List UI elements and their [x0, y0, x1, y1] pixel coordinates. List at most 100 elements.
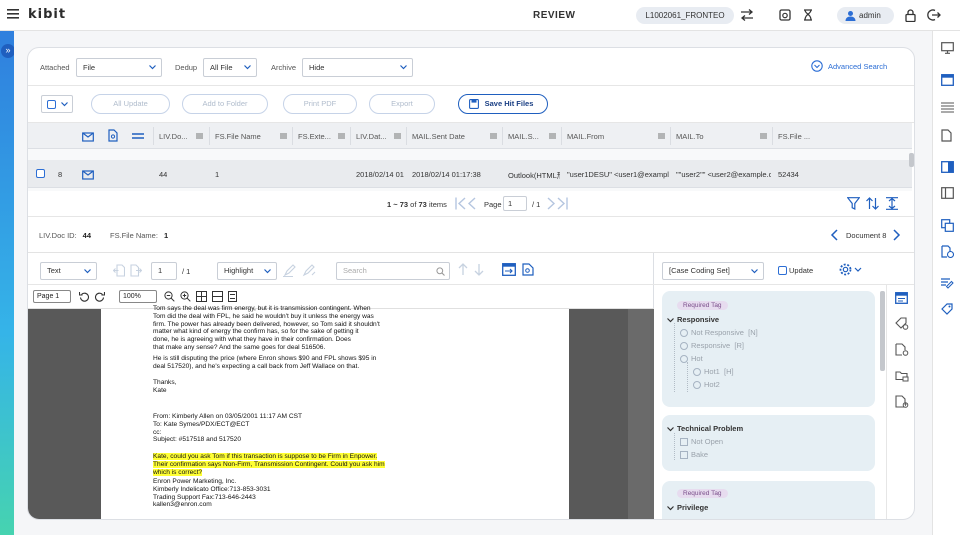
folder-lock-icon[interactable] [895, 369, 909, 382]
document-icon[interactable] [941, 129, 952, 142]
col-file-name[interactable]: FS.File Name [215, 132, 261, 141]
sort-icon[interactable] [866, 197, 879, 210]
gear-icon[interactable] [839, 263, 863, 276]
advanced-search-link[interactable]: Advanced Search [811, 60, 887, 72]
next-document-icon[interactable] [893, 229, 901, 241]
column-menu-icon[interactable] [394, 133, 401, 139]
next-page-doc-icon[interactable] [130, 264, 142, 277]
col-liv-doc[interactable]: LIV.Do... [159, 132, 188, 141]
split-left-icon[interactable] [941, 187, 954, 199]
radio-hot2[interactable] [693, 381, 701, 390]
select-all-checkbox[interactable] [47, 100, 56, 109]
highlight-select[interactable]: Highlight [217, 262, 277, 280]
equals-icon[interactable] [132, 132, 144, 140]
filter-icon[interactable] [847, 197, 860, 210]
hourglass-icon[interactable] [803, 9, 813, 21]
list-view-icon[interactable] [941, 102, 954, 113]
col-sent-date[interactable]: MAIL.Sent Date [412, 132, 465, 141]
page-select[interactable]: Page 1 [33, 290, 71, 303]
radio-hot1[interactable] [693, 368, 701, 377]
col-mail-subject[interactable]: MAIL.S... [508, 132, 539, 141]
option-hot[interactable]: Hot [680, 354, 703, 364]
document-upload-icon[interactable] [895, 395, 909, 408]
column-menu-icon[interactable] [760, 133, 767, 139]
hamburger-menu-icon[interactable] [7, 9, 19, 19]
window-layout-icon[interactable] [941, 74, 954, 86]
viewer-search-input[interactable]: Search [336, 262, 450, 280]
attachment-icon[interactable] [108, 129, 118, 142]
case-selector[interactable]: L1002061_FRONTEO [636, 7, 734, 24]
save-hit-files-button[interactable]: Save Hit Files [458, 94, 548, 114]
grid-scrollbar[interactable] [909, 153, 914, 167]
highlighter-icon[interactable] [283, 264, 297, 277]
last-page-icon[interactable] [546, 197, 568, 210]
option-not-responsive[interactable]: Not Responsive [N] [680, 328, 758, 338]
expand-sidebar-icon[interactable]: » [1, 44, 15, 58]
switch-view-icon[interactable] [502, 263, 516, 276]
row-checkbox[interactable] [36, 169, 45, 178]
col-file-ext[interactable]: FS.Exte... [298, 132, 331, 141]
col-file-size[interactable]: FS.File ... [778, 132, 810, 141]
table-row[interactable]: 8 44 1 2018/02/14 01 2018/02/14 01:17:38… [28, 160, 912, 188]
previous-page-doc-icon[interactable] [113, 264, 125, 277]
document-scrollbar[interactable] [628, 309, 654, 519]
first-page-icon[interactable] [455, 197, 477, 210]
lock-icon[interactable] [905, 9, 916, 22]
user-menu[interactable]: admin [837, 7, 894, 24]
eraser-icon[interactable] [302, 264, 316, 277]
edit-list-icon[interactable] [941, 277, 954, 289]
print-pdf-button[interactable]: Print PDF [283, 94, 357, 114]
fit-page-icon[interactable] [228, 291, 237, 302]
column-menu-icon[interactable] [338, 133, 345, 139]
tag-edit-icon[interactable] [941, 303, 954, 316]
col-mail-from[interactable]: MAIL.From [567, 132, 604, 141]
page-input[interactable]: 1 [503, 196, 527, 211]
zoom-in-icon[interactable] [180, 291, 191, 302]
select-all-dropdown[interactable] [41, 95, 73, 113]
switch-case-icon[interactable] [740, 9, 754, 21]
mail-icon[interactable] [82, 130, 94, 142]
zoom-out-icon[interactable] [164, 291, 175, 302]
export-button[interactable]: Export [369, 94, 435, 114]
fit-height-icon[interactable] [886, 197, 898, 210]
column-menu-icon[interactable] [196, 133, 203, 139]
column-menu-icon[interactable] [490, 133, 497, 139]
rotate-left-icon[interactable] [79, 291, 90, 302]
option-responsive[interactable]: Responsive [R] [680, 341, 744, 351]
document-clock-icon[interactable] [941, 245, 954, 258]
update-checkbox[interactable] [778, 266, 787, 275]
option-hot1[interactable]: Hot1 [H] [693, 367, 734, 377]
update-toggle[interactable]: Update [778, 266, 813, 275]
arrow-up-icon[interactable] [458, 263, 468, 276]
app-logo[interactable]: kibit [28, 7, 66, 22]
panel-view-icon[interactable] [895, 292, 908, 304]
copy-window-icon[interactable] [941, 219, 954, 232]
previous-document-icon[interactable] [830, 229, 838, 241]
document-page[interactable]: Tom says the deal was firm energy, but i… [101, 305, 569, 519]
rotate-right-icon[interactable] [94, 291, 105, 302]
option-bake[interactable]: Bake [680, 450, 708, 460]
archive-select[interactable]: Hide [302, 58, 413, 77]
split-right-icon[interactable] [941, 161, 954, 173]
logout-icon[interactable] [927, 9, 941, 21]
coding-set-select[interactable]: [Case Coding Set] [662, 262, 764, 280]
document-search-icon[interactable] [522, 263, 534, 276]
option-not-open[interactable]: Not Open [680, 437, 723, 447]
monitor-icon[interactable] [941, 42, 954, 54]
view-mode-select[interactable]: Text [40, 262, 97, 280]
tag-settings-icon[interactable] [895, 317, 909, 330]
col-liv-date[interactable]: LIV.Dat... [356, 132, 387, 141]
technical-problem-title[interactable]: Technical Problem [667, 424, 743, 433]
all-update-button[interactable]: All Update [91, 94, 170, 114]
viewer-page-input[interactable]: 1 [151, 262, 177, 280]
checkbox-not-open[interactable] [680, 438, 688, 447]
arrow-down-icon[interactable] [474, 263, 484, 276]
col-mail-to[interactable]: MAIL.To [676, 132, 704, 141]
privilege-group-title[interactable]: Privilege [667, 503, 708, 512]
document-settings-icon[interactable] [895, 343, 909, 356]
camera-icon[interactable] [779, 9, 791, 21]
attached-select[interactable]: File [76, 58, 162, 77]
radio-responsive[interactable] [680, 342, 688, 351]
coding-scrollbar[interactable] [880, 291, 885, 371]
option-hot2[interactable]: Hot2 [693, 380, 720, 390]
